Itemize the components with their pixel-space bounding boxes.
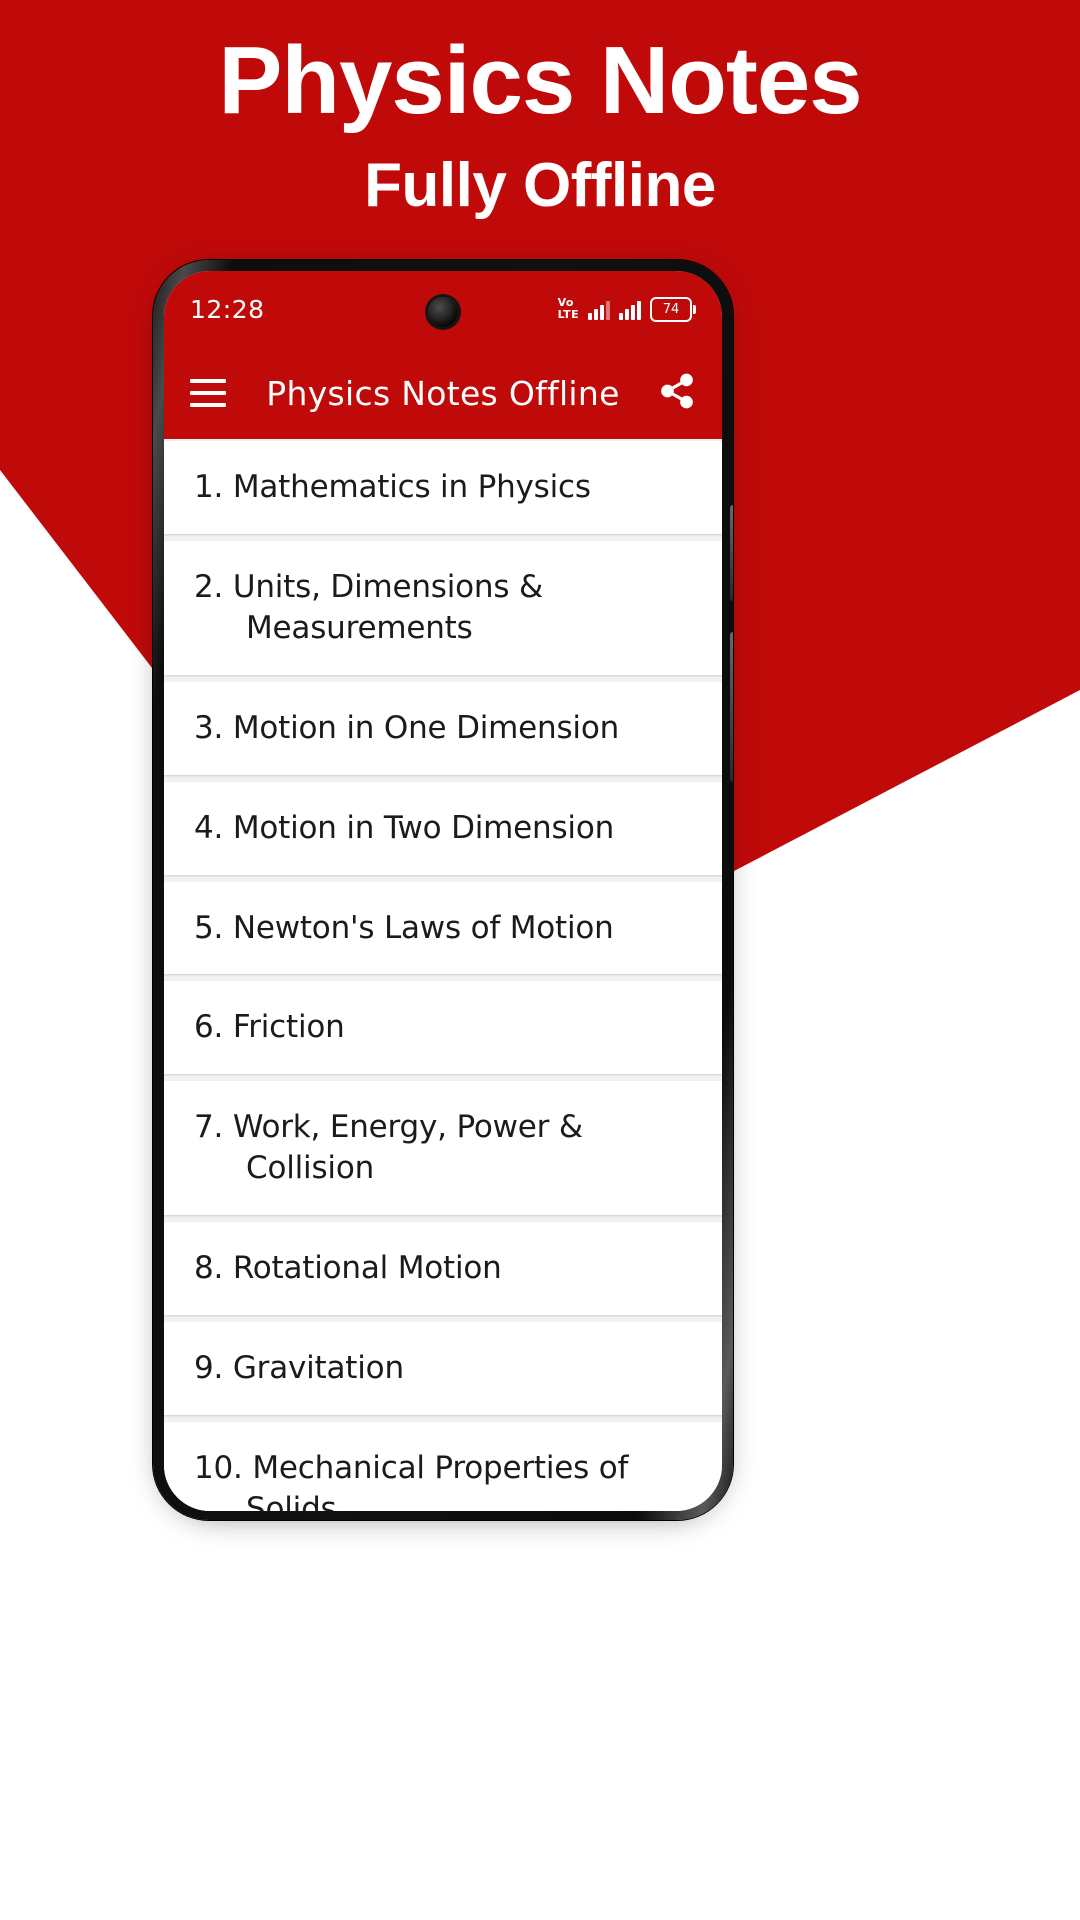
share-icon[interactable] [658, 372, 696, 415]
status-bar-icons: Vo LTE 74 [558, 296, 696, 322]
power-button[interactable] [730, 632, 733, 782]
chapter-list[interactable]: 1. Mathematics in Physics 2. Units, Dimen… [164, 439, 722, 1511]
hamburger-menu-icon[interactable] [190, 379, 226, 407]
chapter-list-item[interactable]: 4. Motion in Two Dimension [164, 781, 722, 875]
chapter-list-item-label: 6. Friction [194, 1009, 345, 1046]
chapter-list-item-label: 2. Units, Dimensions & Measurements [194, 568, 543, 646]
chapter-list-item-label: 9. Gravitation [194, 1350, 404, 1387]
volte-icon-line2: LTE [557, 308, 579, 321]
chapter-list-item[interactable]: 5. Newton's Laws of Motion [164, 881, 722, 975]
chapter-list-item-label: 4. Motion in Two Dimension [194, 809, 615, 846]
chapter-list-item[interactable]: 7. Work, Energy, Power & Collision [164, 1081, 722, 1216]
promo-headline-group: Physics Notes Fully Offline [0, 32, 1080, 220]
chapter-list-item[interactable]: 1. Mathematics in Physics [164, 441, 722, 534]
signal-bars-icon-sim2 [619, 298, 641, 320]
chapter-list-item[interactable]: 6. Friction [164, 981, 722, 1075]
chapter-list-item-label: 10. Mechanical Properties of Solids [194, 1449, 629, 1511]
phone-frame: 12:28 Vo LTE 74 Physics Notes Offline 1.… [153, 260, 733, 1520]
app-bar-title: Physics Notes Offline [266, 373, 620, 413]
volume-button[interactable] [730, 505, 733, 601]
phone-screen: 12:28 Vo LTE 74 Physics Notes Offline 1.… [164, 271, 722, 1511]
chapter-list-item[interactable]: 9. Gravitation [164, 1322, 722, 1415]
chapter-list-item-label: 1. Mathematics in Physics [194, 469, 591, 505]
chapter-list-item-label: 5. Newton's Laws of Motion [194, 909, 614, 946]
promo-subtitle: Fully Offline [364, 150, 716, 220]
chapter-list-item[interactable]: 3. Motion in One Dimension [164, 681, 722, 775]
promo-title: Physics Notes [218, 27, 862, 134]
chapter-list-item-label: 3. Motion in One Dimension [194, 709, 620, 746]
chapter-list-item-label: 8. Rotational Motion [194, 1250, 502, 1287]
battery-level-text: 74 [650, 296, 692, 322]
signal-bars-icon-sim1 [588, 298, 610, 320]
phone-mockup: 12:28 Vo LTE 74 Physics Notes Offline 1.… [153, 260, 733, 1520]
battery-cap [693, 304, 696, 314]
status-bar-clock: 12:28 [190, 294, 265, 324]
battery-icon: 74 [650, 296, 696, 322]
chapter-list-item[interactable]: 2. Units, Dimensions & Measurements [164, 540, 722, 675]
app-bar: Physics Notes Offline [164, 347, 722, 439]
front-camera-icon [428, 297, 458, 327]
chapter-list-item[interactable]: 10. Mechanical Properties of Solids [164, 1421, 722, 1511]
volte-icon: Vo LTE [558, 297, 579, 321]
chapter-list-item[interactable]: 8. Rotational Motion [164, 1222, 722, 1316]
status-bar: 12:28 Vo LTE 74 [164, 271, 722, 347]
chapter-list-item-label: 7. Work, Energy, Power & Collision [194, 1109, 583, 1187]
